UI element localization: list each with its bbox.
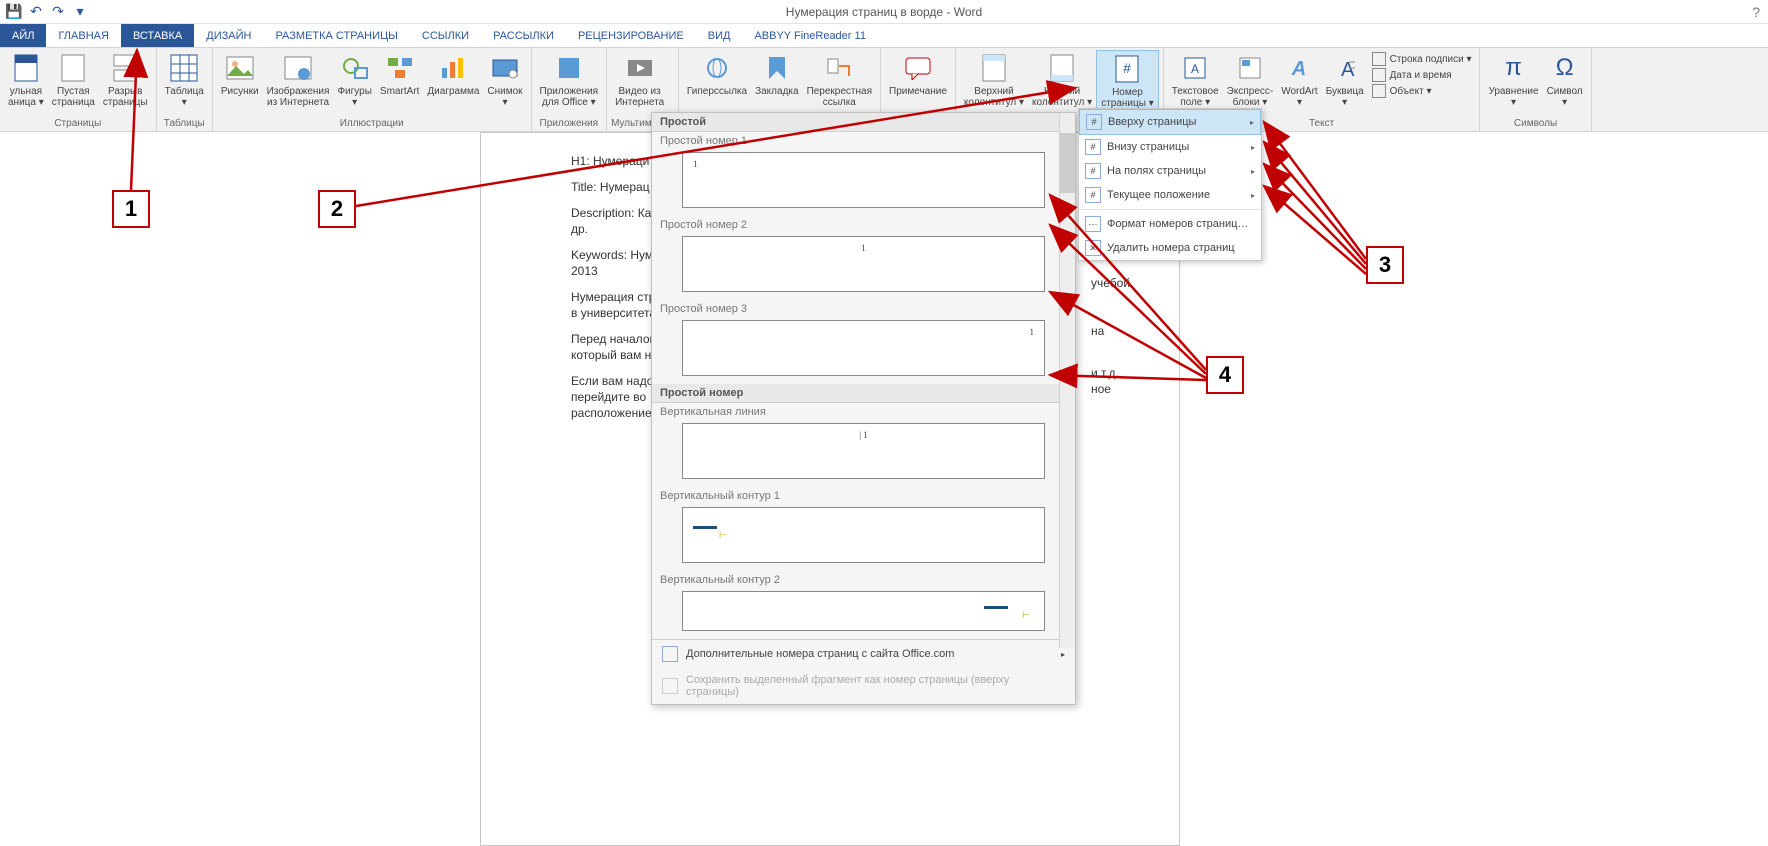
gallery-scrollbar[interactable] — [1059, 113, 1075, 648]
office-apps-button[interactable]: Приложениядля Office ▾ — [536, 50, 603, 110]
wordart-button[interactable]: AWordArt▾ — [1277, 50, 1322, 110]
menu-remove-page-numbers[interactable]: ✕Удалить номера страниц — [1079, 236, 1261, 260]
equation-button[interactable]: πУравнение▾ — [1484, 50, 1542, 110]
gallery-save-selection: Сохранить выделенный фрагмент как номер … — [652, 668, 1075, 704]
header-button[interactable]: Верхнийколонтитул ▾ — [960, 50, 1028, 110]
callout-2: 2 — [318, 190, 356, 228]
gallery-item[interactable]: | 1 — [682, 423, 1045, 479]
group-label: Страницы — [4, 116, 152, 131]
tab-file[interactable]: АЙЛ — [0, 24, 46, 47]
dropcap-button[interactable]: AБуквица▾ — [1322, 50, 1368, 110]
help-icon[interactable]: ? — [1752, 4, 1760, 20]
group-pages: ульнаяаница ▾ Пустаястраница Разрывстран… — [0, 48, 157, 131]
symbol-button[interactable]: ΩСимвол▾ — [1543, 50, 1587, 110]
tab-mailings[interactable]: РАССЫЛКИ — [481, 24, 566, 47]
group-tables: Таблица▾ Таблицы — [157, 48, 213, 131]
menu-page-margins[interactable]: #На полях страницы▸ — [1079, 159, 1261, 183]
group-apps: Приложениядля Office ▾ Приложения — [532, 48, 608, 131]
tab-review[interactable]: РЕЦЕНЗИРОВАНИЕ — [566, 24, 696, 47]
gallery-item[interactable]: ⊢ — [682, 507, 1045, 563]
menu-bottom-of-page[interactable]: #Внизу страницы▸ — [1079, 135, 1261, 159]
gallery-item[interactable]: 1 — [682, 152, 1045, 208]
textbox-button[interactable]: AТекстовоеполе ▾ — [1168, 50, 1223, 110]
tab-layout[interactable]: РАЗМЕТКА СТРАНИЦЫ — [263, 24, 409, 47]
smartart-button[interactable]: SmartArt — [376, 50, 423, 99]
date-time-button[interactable]: Дата и время — [1372, 68, 1472, 82]
page-number-button[interactable]: #Номерстраницы ▾ — [1096, 50, 1159, 112]
page-number-submenu: #Вверху страницы▸ #Внизу страницы▸ #На п… — [1078, 108, 1262, 261]
gallery-more-online[interactable]: Дополнительные номера страниц с сайта Of… — [652, 640, 1075, 668]
bookmark-button[interactable]: Закладка — [751, 50, 802, 99]
gallery-item[interactable]: 1 — [682, 320, 1045, 376]
gallery-item[interactable]: ⊢ — [682, 591, 1045, 631]
redo-icon[interactable]: ↷ — [48, 2, 68, 22]
callout-4: 4 — [1206, 356, 1244, 394]
group-illustrations: Рисунки Изображенияиз Интернета Фигуры▾ … — [213, 48, 532, 131]
signature-line-button[interactable]: Строка подписи ▾ — [1372, 52, 1472, 66]
chart-button[interactable]: Диаграмма — [423, 50, 483, 99]
page-number-gallery: Простой Простой номер 1 1 Простой номер … — [651, 112, 1076, 705]
group-symbols: πУравнение▾ ΩСимвол▾ Символы — [1480, 48, 1591, 131]
qat-customize-icon[interactable]: ▾ — [70, 2, 90, 22]
callout-3: 3 — [1366, 246, 1404, 284]
gallery-item-label: Простой номер 1 — [652, 132, 1075, 150]
object-button[interactable]: Объект ▾ — [1372, 84, 1472, 98]
comment-button[interactable]: Примечание — [885, 50, 951, 99]
svg-text:#: # — [1124, 60, 1132, 76]
gallery-item[interactable]: 1 — [682, 236, 1045, 292]
footer-button[interactable]: Нижнийколонтитул ▾ — [1028, 50, 1096, 110]
pictures-button[interactable]: Рисунки — [217, 50, 263, 99]
page-break-button[interactable]: Разрывстраницы — [99, 50, 152, 110]
window-title: Нумерация страниц в ворде - Word — [786, 5, 982, 19]
tab-insert[interactable]: ВСТАВКА — [121, 24, 194, 47]
tab-design[interactable]: ДИЗАЙН — [194, 24, 263, 47]
callout-1: 1 — [112, 190, 150, 228]
shapes-button[interactable]: Фигуры▾ — [333, 50, 375, 110]
menu-top-of-page[interactable]: #Вверху страницы▸ — [1079, 109, 1261, 135]
cover-page-button[interactable]: ульнаяаница ▾ — [4, 50, 48, 110]
online-pictures-button[interactable]: Изображенияиз Интернета — [263, 50, 334, 110]
svg-text:A: A — [1191, 62, 1199, 76]
table-button[interactable]: Таблица▾ — [161, 50, 208, 110]
quick-parts-button[interactable]: Экспресс-блоки ▾ — [1223, 50, 1278, 110]
save-icon[interactable]: 💾 — [4, 2, 24, 22]
tab-home[interactable]: ГЛАВНАЯ — [46, 24, 120, 47]
quick-access-toolbar: 💾 ↶ ↷ ▾ Нумерация страниц в ворде - Word… — [0, 0, 1768, 24]
hyperlink-button[interactable]: Гиперссылка — [683, 50, 751, 99]
gallery-header: Простой — [652, 113, 1075, 132]
screenshot-button[interactable]: Снимок▾ — [483, 50, 526, 110]
online-video-button[interactable]: Видео изИнтернета — [611, 50, 668, 110]
blank-page-button[interactable]: Пустаястраница — [48, 50, 99, 110]
svg-text:A: A — [1291, 58, 1306, 80]
menu-current-position[interactable]: #Текущее положение▸ — [1079, 183, 1261, 207]
tab-view[interactable]: ВИД — [696, 24, 743, 47]
menu-format-page-numbers[interactable]: ⋯Формат номеров страниц… — [1079, 212, 1261, 236]
cross-reference-button[interactable]: Перекрестнаяссылка — [803, 50, 876, 110]
undo-icon[interactable]: ↶ — [26, 2, 46, 22]
tab-references[interactable]: ССЫЛКИ — [410, 24, 481, 47]
tab-abbyy[interactable]: ABBYY FineReader 11 — [742, 24, 878, 47]
ribbon-tabs: АЙЛ ГЛАВНАЯ ВСТАВКА ДИЗАЙН РАЗМЕТКА СТРА… — [0, 24, 1768, 48]
